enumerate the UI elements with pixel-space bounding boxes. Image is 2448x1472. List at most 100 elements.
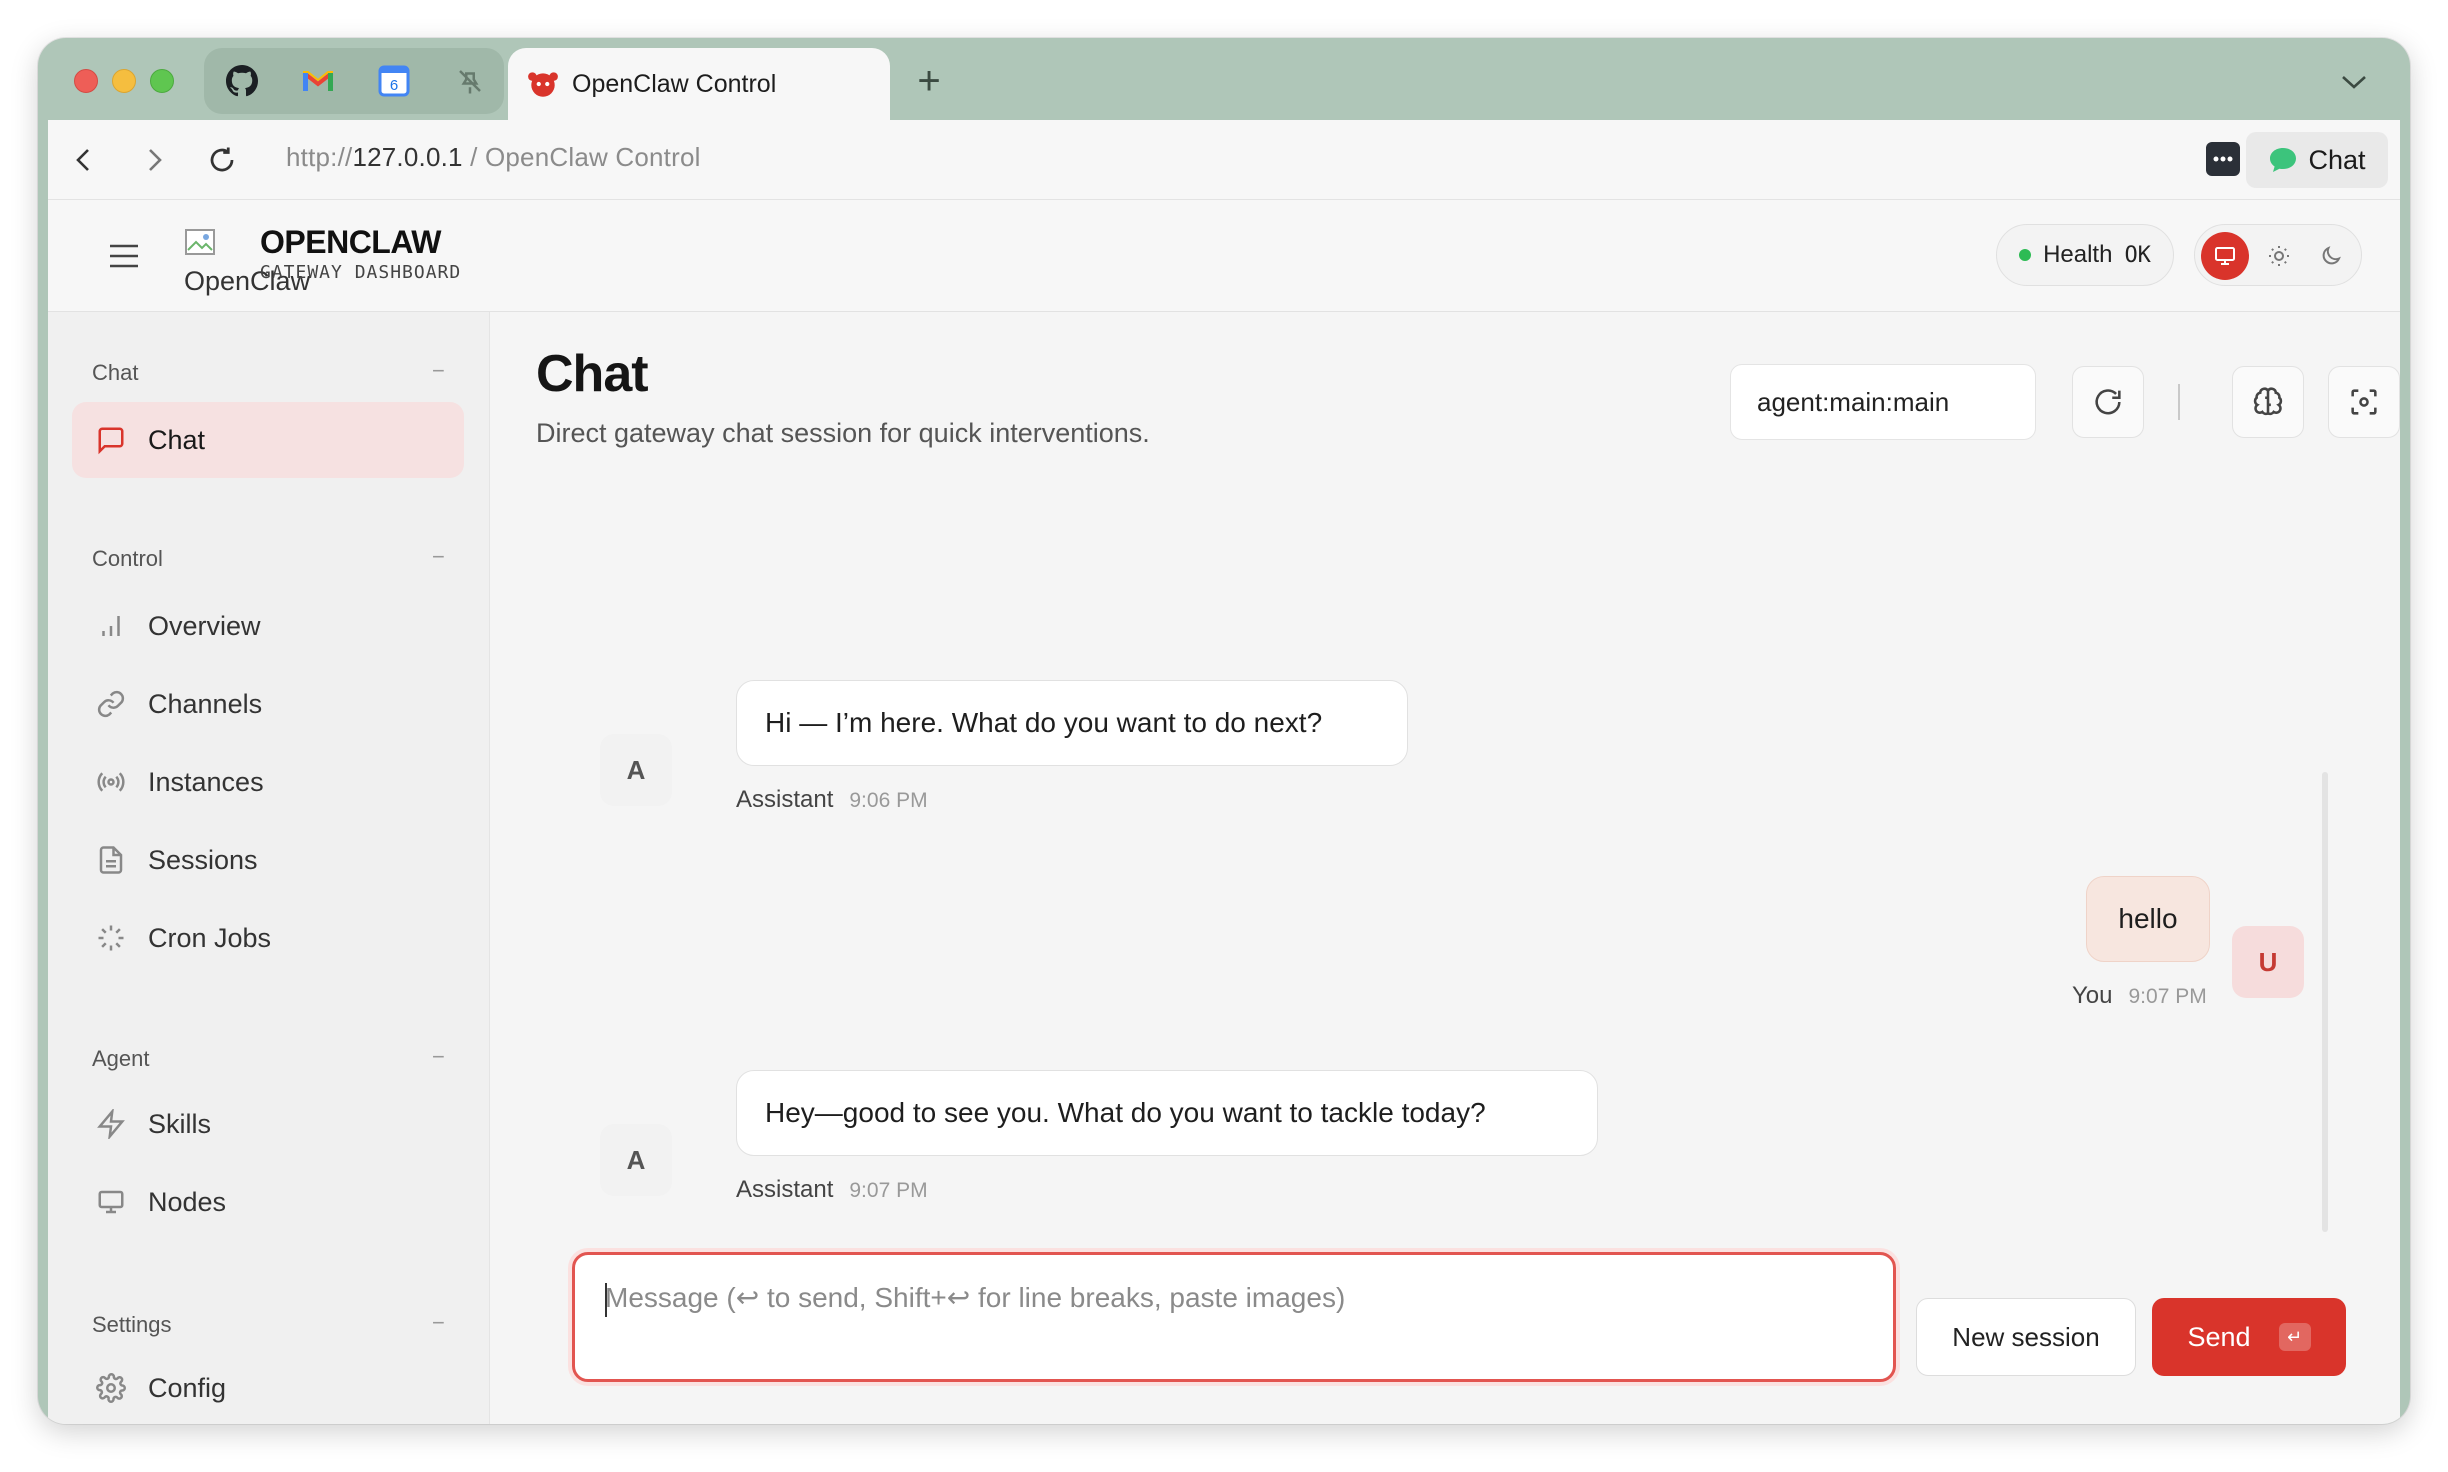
- calendar-badge: 6: [390, 77, 398, 94]
- link-icon: [97, 690, 125, 718]
- zoom-window-button[interactable]: [150, 69, 174, 93]
- new-session-button[interactable]: New session: [1916, 1298, 2136, 1376]
- theme-light-button[interactable]: [2255, 232, 2303, 280]
- openclaw-app: OpenClaw OPENCLAW GATEWAY DASHBOARD Heal…: [48, 200, 2400, 1424]
- message-meta: Assistant 9:07 PM: [736, 1176, 928, 1204]
- assistant-avatar: A: [600, 1124, 672, 1196]
- theme-switcher: [2194, 224, 2362, 286]
- app-header: OpenClaw OPENCLAW GATEWAY DASHBOARD Heal…: [48, 200, 2400, 312]
- sidebar-item-overview[interactable]: Overview: [72, 588, 464, 664]
- scan-icon: [2351, 389, 2377, 415]
- calendar-icon[interactable]: 6: [376, 63, 412, 99]
- monitor-icon: [98, 1190, 124, 1214]
- health-value: OK: [2124, 242, 2151, 268]
- assistant-avatar: A: [600, 734, 672, 806]
- collapse-chat-button[interactable]: −: [432, 358, 445, 384]
- send-label: Send: [2187, 1321, 2251, 1352]
- send-button[interactable]: Send ↵: [2152, 1298, 2346, 1376]
- sidebar-item-instances[interactable]: Instances: [72, 744, 464, 820]
- gmail-icon[interactable]: [300, 63, 336, 99]
- chat-scrollbar[interactable]: [2322, 772, 2328, 1232]
- health-label: Health: [2043, 241, 2113, 268]
- sidebar-item-label: Sessions: [148, 844, 258, 875]
- message-meta: Assistant 9:06 PM: [736, 786, 928, 814]
- bar-chart-icon: [102, 616, 120, 636]
- page-subtitle: Direct gateway chat session for quick in…: [536, 418, 1150, 448]
- toolbar-divider: [2178, 384, 2180, 420]
- radio-icon: [97, 772, 125, 792]
- message-sender: You: [2072, 982, 2113, 1009]
- sidebar-item-label: Chat: [148, 424, 206, 455]
- session-key-select[interactable]: agent:main:main: [1730, 364, 2036, 440]
- reload-button[interactable]: [202, 140, 242, 180]
- sidebar-item-label: Instances: [148, 766, 264, 797]
- sidebar-section-settings: Settings: [92, 1312, 172, 1337]
- browser-window: 6 OpenClaw Control + http://127.0.0.1 / …: [38, 38, 2410, 1424]
- pin-icon[interactable]: [452, 63, 488, 99]
- sidebar-item-chat[interactable]: Chat: [72, 402, 464, 478]
- close-window-button[interactable]: [74, 69, 98, 93]
- message-time: 9:07 PM: [849, 1179, 928, 1202]
- focus-mode-button[interactable]: [2328, 366, 2400, 438]
- url-page-title: / OpenClaw Control: [462, 142, 701, 172]
- moon-icon: [2322, 246, 2341, 265]
- sidebar-section-control: Control: [92, 546, 163, 571]
- brain-icon: [2253, 387, 2283, 416]
- sidebar-item-config[interactable]: Config: [72, 1350, 464, 1424]
- message-time: 9:06 PM: [849, 789, 928, 812]
- sidebar-item-nodes[interactable]: Nodes: [72, 1164, 464, 1240]
- hamburger-icon: [110, 244, 138, 268]
- openclaw-favicon-icon: [528, 72, 558, 97]
- sidebar-item-cron-jobs[interactable]: Cron Jobs: [72, 900, 464, 976]
- refresh-icon: [2095, 389, 2121, 415]
- url-scheme: http://: [286, 142, 353, 172]
- sidebar-item-label: Overview: [148, 610, 261, 641]
- sidebar-item-channels[interactable]: Channels: [72, 666, 464, 742]
- menu-toggle-button[interactable]: [104, 236, 144, 276]
- sidebar: Chat − Chat Control − Overview Channels …: [48, 312, 490, 1424]
- message-meta: You 9:07 PM: [2072, 982, 2207, 1010]
- monitor-icon: [2215, 247, 2235, 265]
- sidebar-item-sessions[interactable]: Sessions: [72, 822, 464, 898]
- address-bar[interactable]: http://127.0.0.1 / OpenClaw Control: [286, 142, 701, 173]
- tab-openclaw-control[interactable]: OpenClaw Control: [508, 48, 890, 120]
- brand-name: OPENCLAW: [260, 224, 441, 260]
- user-message-bubble: hello: [2086, 876, 2210, 962]
- extension-more-icon[interactable]: [2206, 142, 2240, 176]
- broken-image-icon: [185, 229, 215, 255]
- tab-title: OpenClaw Control: [572, 69, 777, 98]
- enter-key-icon: ↵: [2278, 1323, 2311, 1351]
- file-text-icon: [99, 846, 123, 874]
- sidebar-item-label: Cron Jobs: [148, 922, 272, 953]
- sidebar-item-label: Skills: [148, 1108, 212, 1139]
- forward-button[interactable]: [134, 140, 174, 180]
- tab-bar: 6 OpenClaw Control +: [38, 38, 2410, 120]
- collapse-agent-button[interactable]: −: [432, 1044, 445, 1070]
- message-time: 9:07 PM: [2128, 985, 2207, 1008]
- url-host: 127.0.0.1: [352, 142, 463, 172]
- tab-list-chevron-icon[interactable]: [2334, 62, 2374, 102]
- sidebar-item-skills[interactable]: Skills: [72, 1086, 464, 1162]
- theme-system-button[interactable]: [2201, 232, 2249, 280]
- assistant-message-bubble: Hey—good to see you. What do you want to…: [736, 1070, 1598, 1156]
- new-tab-button[interactable]: +: [906, 58, 952, 104]
- chat-extension-button[interactable]: Chat: [2246, 132, 2388, 188]
- sidebar-section-agent: Agent: [92, 1046, 150, 1071]
- back-button[interactable]: [64, 140, 104, 180]
- message-input[interactable]: [575, 1255, 1893, 1379]
- chat-extension-label: Chat: [2308, 144, 2366, 175]
- refresh-button[interactable]: [2072, 366, 2144, 438]
- collapse-settings-button[interactable]: −: [432, 1310, 445, 1336]
- message-sender: Assistant: [736, 786, 834, 813]
- github-icon[interactable]: [224, 63, 260, 99]
- thinking-toggle-button[interactable]: [2232, 366, 2304, 438]
- minimize-window-button[interactable]: [112, 69, 136, 93]
- chat-bubble-icon: [2270, 148, 2297, 172]
- collapse-control-button[interactable]: −: [432, 544, 445, 570]
- zap-icon: [97, 1109, 125, 1139]
- theme-dark-button[interactable]: [2307, 232, 2355, 280]
- message-sender: Assistant: [736, 1176, 834, 1203]
- text-caret: [605, 1283, 607, 1317]
- message-composer: [572, 1252, 1896, 1382]
- sidebar-item-label: Nodes: [148, 1186, 227, 1217]
